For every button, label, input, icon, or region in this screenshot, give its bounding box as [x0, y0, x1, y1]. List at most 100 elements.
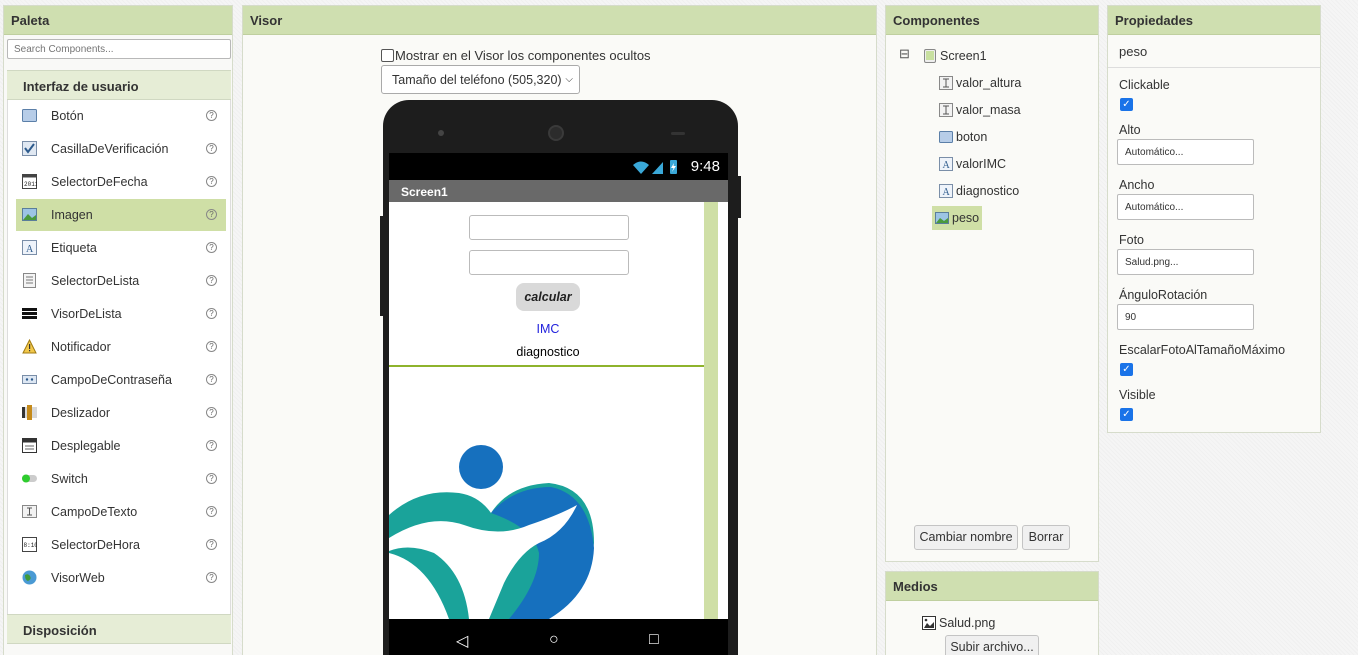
palette-item-timepicker[interactable]: 8:10 SelectorDeHora ? — [16, 529, 226, 561]
palette-item-label[interactable]: A Etiqueta ? — [16, 232, 226, 264]
palette-panel: Paleta Interfaz de usuario Botón ? Casil… — [3, 5, 233, 655]
category-user-interface[interactable]: Interfaz de usuario — [7, 70, 231, 100]
palette-item-button[interactable]: Botón ? — [16, 100, 226, 132]
palette-item-notifier[interactable]: Notificador ? — [16, 331, 226, 363]
help-icon[interactable]: ? — [206, 473, 217, 484]
phone-size-value: Tamaño del teléfono (505,320) — [392, 73, 562, 87]
screen-icon — [924, 49, 936, 63]
palette-item-listview[interactable]: VisorDeLista ? — [16, 298, 226, 330]
help-icon[interactable]: ? — [206, 341, 217, 352]
help-icon[interactable]: ? — [206, 275, 217, 286]
help-icon[interactable]: ? — [206, 308, 217, 319]
palette-item-label-text: Etiqueta — [51, 241, 97, 255]
listpicker-icon — [23, 273, 36, 288]
palette-item-label: Notificador — [51, 340, 111, 354]
tree-item-label: valor_masa — [956, 103, 1021, 117]
media-file-item[interactable]: Salud.png — [919, 612, 998, 634]
palette-item-webviewer[interactable]: VisorWeb ? — [16, 562, 226, 594]
angulo-rotacion-label: ÁnguloRotación — [1119, 288, 1208, 302]
palette-item-label: CampoDeContraseña — [51, 373, 172, 387]
help-icon[interactable]: ? — [206, 143, 217, 154]
properties-header: Propiedades — [1108, 6, 1320, 35]
health-logo-image[interactable] — [389, 443, 711, 619]
warning-icon — [22, 339, 37, 354]
visible-checkbox[interactable]: ✓ — [1120, 408, 1133, 421]
help-icon[interactable]: ? — [206, 374, 217, 385]
palette-item-listpicker[interactable]: SelectorDeLista ? — [16, 265, 226, 297]
tree-item-valor-masa[interactable]: valor_masa — [936, 99, 1024, 121]
palette-item-label: VisorWeb — [51, 571, 105, 585]
home-icon[interactable]: ○ — [549, 631, 559, 649]
tree-item-label: peso — [952, 211, 980, 225]
help-icon[interactable]: ? — [206, 440, 217, 451]
status-time: 9:48 — [690, 158, 720, 175]
show-hidden-components-checkbox[interactable]: Mostrar en el Visor los componentes ocul… — [381, 48, 651, 63]
svg-text:A: A — [943, 160, 951, 171]
upload-file-button[interactable]: Subir archivo... — [945, 635, 1039, 655]
rename-button[interactable]: Cambiar nombre — [914, 525, 1018, 550]
escalar-foto-checkbox[interactable]: ✓ — [1120, 363, 1133, 376]
textbox-icon — [939, 103, 953, 117]
switch-icon — [22, 474, 37, 483]
search-components-input[interactable] — [7, 39, 231, 59]
delete-button[interactable]: Borrar — [1022, 525, 1070, 550]
tree-item-screen1[interactable]: Screen1 — [920, 45, 990, 67]
tree-item-valor-altura[interactable]: valor_altura — [936, 72, 1024, 94]
palette-item-label: Botón — [51, 109, 84, 123]
tree-item-valorimc[interactable]: A valorIMC — [936, 153, 1009, 175]
palette-item-image[interactable]: Imagen ? — [16, 199, 226, 231]
help-icon[interactable]: ? — [206, 209, 217, 220]
tree-item-diagnostico[interactable]: A diagnostico — [936, 180, 1022, 202]
alto-input[interactable]: Automático... — [1117, 139, 1254, 165]
collapse-icon[interactable]: ⊟ — [899, 46, 910, 62]
phone-size-select[interactable]: Tamaño del teléfono (505,320) ⌵ — [381, 65, 580, 94]
palette-item-spinner[interactable]: Desplegable ? — [16, 430, 226, 462]
help-icon[interactable]: ? — [206, 176, 217, 187]
help-icon[interactable]: ? — [206, 242, 217, 253]
alto-label: Alto — [1119, 123, 1141, 137]
palette-item-label: Switch — [51, 472, 88, 486]
palette-header: Paleta — [4, 6, 232, 35]
help-icon[interactable]: ? — [206, 110, 217, 121]
clock-icon: 8:10 — [22, 537, 37, 552]
phone-volume-button — [380, 216, 384, 316]
valor-masa-textbox[interactable] — [469, 250, 629, 275]
android-nav-bar: ◁ ○ □ — [389, 619, 728, 655]
globe-icon — [22, 570, 37, 585]
button-icon — [22, 109, 37, 122]
calendar-icon: 2011 — [22, 174, 37, 189]
phone-screen: 9:48 Screen1 calcular IMC diagnostico — [389, 153, 728, 619]
palette-item-textbox[interactable]: CampoDeTexto ? — [16, 496, 226, 528]
recents-icon[interactable]: □ — [649, 631, 659, 649]
calcular-button[interactable]: calcular — [516, 283, 580, 311]
category-layout[interactable]: Disposición — [7, 614, 231, 644]
escalar-foto-label: EscalarFotoAlTamañoMáximo — [1119, 343, 1286, 357]
help-icon[interactable]: ? — [206, 539, 217, 550]
tree-item-boton[interactable]: boton — [936, 126, 990, 148]
help-icon[interactable]: ? — [206, 506, 217, 517]
palette-item-datepicker[interactable]: 2011 SelectorDeFecha ? — [16, 166, 226, 198]
palette-item-password[interactable]: CampoDeContraseña ? — [16, 364, 226, 396]
svg-text:A: A — [26, 244, 34, 255]
ancho-label: Ancho — [1119, 178, 1155, 192]
palette-item-label: CasillaDeVerificación — [51, 142, 169, 156]
status-icons — [633, 160, 677, 174]
svg-text:2011: 2011 — [24, 181, 37, 188]
angulo-rotacion-input[interactable]: 90 — [1117, 304, 1254, 330]
tree-item-peso[interactable]: peso — [932, 206, 983, 230]
clickable-checkbox[interactable]: ✓ — [1120, 98, 1133, 111]
palette-item-checkbox[interactable]: CasillaDeVerificación ? — [16, 133, 226, 165]
svg-text:8:10: 8:10 — [24, 542, 38, 549]
foto-input[interactable]: Salud.png... — [1117, 249, 1254, 275]
help-icon[interactable]: ? — [206, 407, 217, 418]
ancho-input[interactable]: Automático... — [1117, 194, 1254, 220]
back-icon[interactable]: ◁ — [456, 631, 468, 651]
help-icon[interactable]: ? — [206, 572, 217, 583]
palette-item-label: Desplegable — [51, 439, 121, 453]
checkbox-box[interactable] — [381, 49, 394, 62]
valor-altura-textbox[interactable] — [469, 215, 629, 240]
selected-component-name: peso — [1108, 35, 1320, 68]
palette-item-switch[interactable]: Switch ? — [16, 463, 226, 495]
image-icon — [935, 212, 949, 224]
palette-item-slider[interactable]: Deslizador ? — [16, 397, 226, 429]
